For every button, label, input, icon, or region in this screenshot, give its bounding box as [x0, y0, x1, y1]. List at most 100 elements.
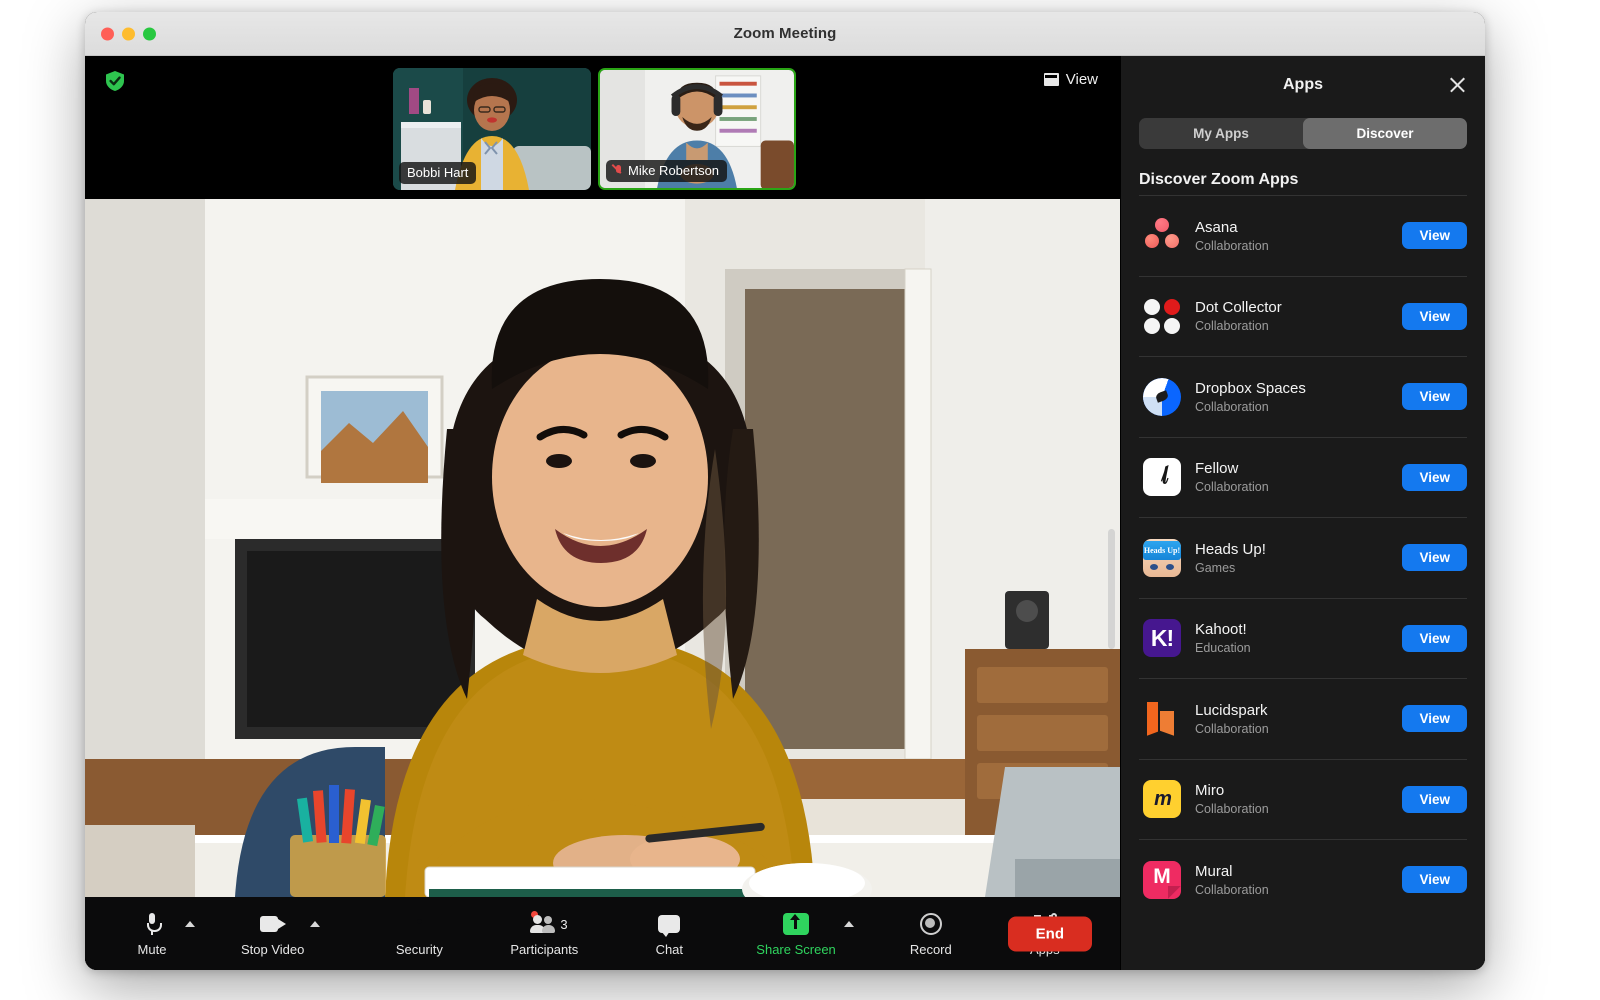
- app-name: Mural: [1195, 862, 1233, 880]
- mute-button[interactable]: Mute: [123, 897, 181, 970]
- app-list-item-kahoot[interactable]: K! Kahoot! Education View: [1139, 597, 1467, 679]
- asana-icon: [1143, 217, 1181, 255]
- dropbox-spaces-icon: [1143, 377, 1181, 416]
- app-list-item-fellow[interactable]: 𝓁 Fellow Collaboration View: [1139, 436, 1467, 518]
- view-app-button[interactable]: View: [1402, 463, 1467, 491]
- record-button-label: Record: [909, 942, 952, 957]
- apps-side-panel: Apps My Apps Discover Discover Zoom Apps…: [1120, 56, 1485, 970]
- app-list-item-mural[interactable]: M Mural Collaboration View: [1139, 839, 1467, 920]
- participant-tile-bobbi-hart[interactable]: Bobbi Hart: [393, 68, 591, 190]
- apps-tab-group: My Apps Discover: [1139, 118, 1467, 149]
- apps-panel-header: Apps: [1121, 56, 1485, 114]
- grid-view-icon: [1043, 73, 1059, 86]
- app-name: Asana: [1195, 218, 1238, 236]
- app-category: Education: [1195, 641, 1251, 656]
- security-button[interactable]: Security: [390, 897, 448, 970]
- app-list-item-miro[interactable]: m Miro Collaboration View: [1139, 758, 1467, 840]
- participant-name-tag: Mike Robertson: [606, 160, 728, 182]
- participants-button-label: Participants: [510, 942, 579, 957]
- window-body: View Bobbi Hart Mike Robertson Mute Stop…: [85, 56, 1485, 970]
- active-speaker-video[interactable]: [85, 199, 1120, 897]
- participant-name: Bobbi Hart: [407, 165, 469, 180]
- share-screen-icon: [783, 912, 810, 935]
- heads-up-icon: Heads Up!: [1143, 538, 1181, 577]
- record-icon: [919, 912, 942, 935]
- view-app-button[interactable]: View: [1402, 222, 1467, 250]
- view-button-label: View: [1065, 71, 1098, 88]
- chat-button[interactable]: Chat: [640, 897, 698, 970]
- zoom-meeting-window: Zoom Meeting View Bobbi Hart Mike Robert…: [85, 12, 1485, 970]
- chat-bubble-icon: [658, 914, 681, 937]
- participants-count-badge: 3: [560, 916, 568, 932]
- app-name: Dot Collector: [1195, 299, 1282, 317]
- app-list-item-asana[interactable]: Asana Collaboration View: [1139, 195, 1467, 276]
- app-info: Lucidspark Collaboration: [1195, 702, 1388, 736]
- app-list-item-dot-collector[interactable]: Dot Collector Collaboration View: [1139, 275, 1467, 357]
- kahoot-icon: K!: [1143, 619, 1181, 658]
- app-info: Fellow Collaboration: [1195, 460, 1388, 494]
- apps-panel-title: Apps: [1283, 76, 1323, 93]
- record-button[interactable]: Record: [902, 897, 960, 970]
- app-info: Miro Collaboration: [1195, 782, 1388, 816]
- video-options-caret-icon[interactable]: [310, 920, 321, 927]
- view-app-button[interactable]: View: [1402, 544, 1467, 572]
- participant-name-tag: Bobbi Hart: [399, 162, 477, 184]
- miro-icon: m: [1143, 780, 1181, 819]
- view-app-button[interactable]: View: [1402, 866, 1467, 894]
- app-list-item-lucidspark[interactable]: Lucidspark Collaboration View: [1139, 678, 1467, 759]
- app-list-item-heads-up[interactable]: Heads Up! Heads Up! Games View: [1139, 517, 1467, 598]
- participants-button[interactable]: 3 Participants: [510, 897, 578, 970]
- end-meeting-button[interactable]: End: [1007, 916, 1092, 951]
- active-speaker-video-feed: [85, 199, 1120, 897]
- security-button-label: Security: [395, 942, 443, 957]
- view-app-button[interactable]: View: [1402, 383, 1467, 411]
- shield-icon: [410, 913, 429, 935]
- app-info: Mural Collaboration: [1195, 863, 1388, 897]
- app-name: Heads Up!: [1195, 540, 1266, 558]
- app-category: Collaboration: [1195, 238, 1269, 253]
- app-list-item-dropbox-spaces[interactable]: Dropbox Spaces Collaboration View: [1139, 356, 1467, 437]
- camera-icon: [259, 915, 286, 932]
- video-area: View Bobbi Hart Mike Robertson Mute Stop…: [85, 56, 1120, 970]
- discover-section-heading: Discover Zoom Apps: [1139, 171, 1299, 188]
- video-scrollbar[interactable]: [1108, 529, 1115, 649]
- mute-button-label: Mute: [137, 942, 167, 957]
- participants-icon: 3: [530, 910, 568, 933]
- meeting-control-bar: Mute Stop Video Security 3 Participants …: [85, 897, 1120, 970]
- view-app-button[interactable]: View: [1402, 705, 1467, 733]
- encryption-shield-icon[interactable]: [105, 70, 125, 92]
- window-titlebar: Zoom Meeting: [85, 12, 1485, 56]
- tab-my-apps[interactable]: My Apps: [1139, 118, 1303, 149]
- app-category: Collaboration: [1195, 399, 1269, 414]
- participant-thumbnail-strip: View Bobbi Hart Mike Robertson: [85, 56, 1120, 199]
- share-screen-button[interactable]: Share Screen: [756, 897, 836, 970]
- app-name: Miro: [1195, 782, 1225, 800]
- stop-video-button-label: Stop Video: [241, 942, 305, 957]
- app-category: Collaboration: [1195, 721, 1269, 736]
- app-info: Dropbox Spaces Collaboration: [1195, 380, 1388, 414]
- app-info: Dot Collector Collaboration: [1195, 299, 1388, 333]
- view-app-button[interactable]: View: [1402, 785, 1467, 813]
- window-title: Zoom Meeting: [733, 25, 837, 42]
- share-options-caret-icon[interactable]: [843, 920, 854, 927]
- app-info: Kahoot! Education: [1195, 621, 1388, 655]
- app-name: Dropbox Spaces: [1195, 379, 1306, 397]
- mural-icon: M: [1143, 860, 1181, 899]
- view-layout-button[interactable]: View: [1043, 71, 1098, 88]
- app-category: Collaboration: [1195, 480, 1269, 495]
- participant-tile-mike-robertson[interactable]: Mike Robertson: [598, 68, 796, 190]
- audio-options-caret-icon[interactable]: [185, 920, 195, 927]
- app-name: Kahoot!: [1195, 621, 1247, 639]
- lucidspark-icon: [1143, 700, 1181, 738]
- participant-name: Mike Robertson: [628, 163, 720, 178]
- view-app-button[interactable]: View: [1402, 624, 1467, 652]
- app-name: Lucidspark: [1195, 701, 1268, 719]
- share-screen-button-label: Share Screen: [756, 942, 836, 957]
- dot-collector-icon: [1143, 297, 1181, 335]
- tab-discover[interactable]: Discover: [1303, 118, 1467, 149]
- app-info: Asana Collaboration: [1195, 219, 1388, 253]
- close-icon[interactable]: [1448, 75, 1467, 94]
- stop-video-button[interactable]: Stop Video: [241, 897, 304, 970]
- view-app-button[interactable]: View: [1402, 302, 1467, 330]
- fellow-icon: 𝓁: [1143, 458, 1181, 497]
